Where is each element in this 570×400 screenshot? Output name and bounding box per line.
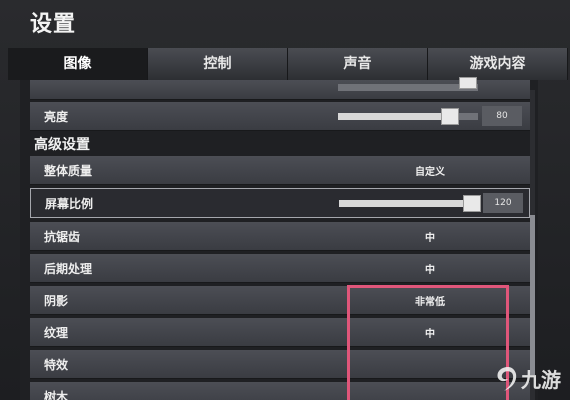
tab-controls[interactable]: 控制 xyxy=(148,48,288,80)
row-label: 阴影 xyxy=(44,294,69,308)
row-label: 亮度 xyxy=(44,110,69,124)
row-value: 中 xyxy=(425,233,435,244)
brightness-value: 80 xyxy=(482,106,522,126)
jiuyou-logo-icon xyxy=(497,366,517,391)
screen-ratio-slider-knob[interactable] xyxy=(463,195,481,212)
row-label: 抗锯齿 xyxy=(44,230,81,244)
partial-slider-knob[interactable] xyxy=(459,77,478,89)
brightness-slider-knob[interactable] xyxy=(441,108,459,125)
row-label: 特效 xyxy=(44,358,69,372)
brightness-slider-fill xyxy=(338,113,450,120)
scrollbar[interactable] xyxy=(530,90,535,400)
tab-graphics[interactable]: 图像 xyxy=(8,48,148,80)
row-value: 中 xyxy=(425,265,435,276)
partial-slider-track xyxy=(338,77,478,91)
settings-row-antialias[interactable]: 抗锯齿 中 xyxy=(30,222,530,251)
tab-bar: 图像 控制 声音 游戏内容 xyxy=(8,48,568,80)
watermark-text: 九游 xyxy=(521,368,561,392)
section-title-advanced: 高级设置 xyxy=(34,137,90,153)
settings-row-partial xyxy=(30,77,530,100)
settings-row-quality[interactable]: 整体质量 自定义 xyxy=(30,156,530,185)
row-label: 屏幕比例 xyxy=(45,197,94,211)
screen-ratio-value: 120 xyxy=(483,193,523,213)
row-label: 整体质量 xyxy=(44,164,93,178)
settings-row-brightness[interactable]: 亮度 80 xyxy=(30,102,530,131)
settings-screen: 设置 图像 控制 声音 游戏内容 亮度 80 高级设置 整体质量 自定义 屏幕比… xyxy=(0,0,570,400)
page-title: 设置 xyxy=(30,12,77,37)
settings-row-post-processing[interactable]: 后期处理 中 xyxy=(30,254,530,283)
scrollbar-thumb[interactable] xyxy=(530,215,535,375)
watermark: 九游 xyxy=(494,364,561,393)
tab-game-content[interactable]: 游戏内容 xyxy=(428,48,568,80)
row-label: 纹理 xyxy=(44,326,69,340)
highlight-box xyxy=(347,285,509,400)
row-label: 树木 xyxy=(44,390,69,400)
screen-ratio-slider[interactable] xyxy=(339,195,481,212)
row-label: 后期处理 xyxy=(44,262,93,276)
screen-ratio-slider-fill xyxy=(339,200,472,207)
row-value: 自定义 xyxy=(415,167,445,178)
tab-audio[interactable]: 声音 xyxy=(288,48,428,80)
settings-row-screen-ratio[interactable]: 屏幕比例 120 xyxy=(30,188,530,218)
brightness-slider[interactable] xyxy=(338,108,478,125)
